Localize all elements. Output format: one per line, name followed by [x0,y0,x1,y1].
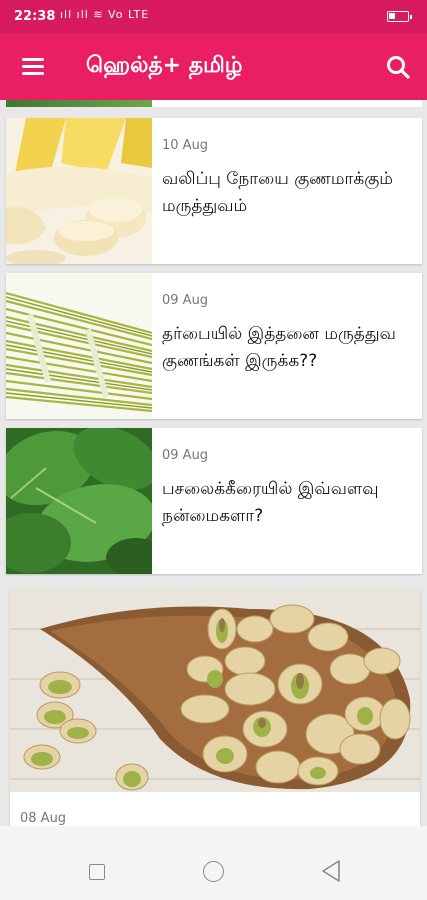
article-date: 10 Aug [162,138,209,153]
article-card-featured[interactable]: 08 Aug [10,589,420,826]
article-card[interactable]: 10 Aug வலிப்பு நோயை குணமாக்கும் மருத்துவ… [6,118,422,264]
article-image-darbha-grass [6,273,152,419]
article-date: 09 Aug [162,293,209,308]
article-card[interactable]: 09 Aug பசலைக்கீரையில் இவ்வளவு நன்மைகளா? [6,428,422,574]
article-date: 08 Aug [20,811,67,826]
signal-indicators: ıll ıll ≋ Vo LTE [60,8,150,21]
hamburger-icon[interactable] [22,56,46,76]
article-title[interactable]: வலிப்பு நோயை குணமாக்கும் மருத்துவம் [162,166,402,220]
search-icon[interactable] [385,54,411,80]
previous-article-card-edge[interactable] [6,100,422,107]
battery-icon [387,11,412,22]
article-title[interactable]: பசலைக்கீரையில் இவ்வளவு நன்மைகளா? [162,476,402,530]
status-bar: 22:38 ıll ıll ≋ Vo LTE [0,0,427,34]
app-bar: ஹெல்த்+ தமிழ் [0,34,427,100]
app-title: ஹெல்த்+ தமிழ் [86,53,243,78]
article-card[interactable]: 09 Aug தர்பையில் இத்தனை மருத்துவ குணங்கள… [6,273,422,419]
article-image-banana [6,118,152,264]
article-date: 09 Aug [162,448,209,463]
article-title[interactable]: தர்பையில் இத்தனை மருத்துவ குணங்கள் இருக்… [162,321,402,375]
status-time: 22:38 [14,9,56,24]
circle-icon[interactable] [203,861,224,882]
system-navigation-bar [0,826,427,900]
article-feed[interactable]: 10 Aug வலிப்பு நோயை குணமாக்கும் மருத்துவ… [0,100,427,826]
square-icon[interactable] [89,864,105,880]
article-image-pistachios [10,589,420,792]
article-image-spinach [6,428,152,574]
triangle-back-icon[interactable] [320,859,342,883]
